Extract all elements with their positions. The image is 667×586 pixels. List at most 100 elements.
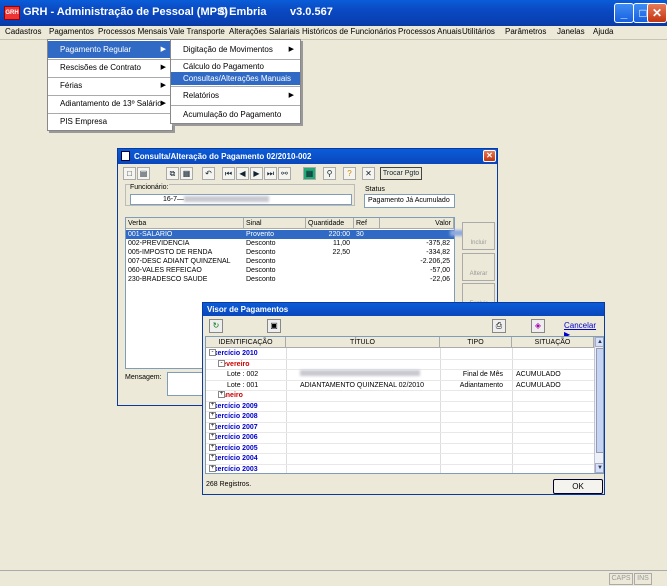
search-icon[interactable]: ⚲ <box>323 167 336 180</box>
table-row[interactable]: 230-BRADESCO SAUDE Desconto -22,06 <box>126 275 454 284</box>
grh-icon: GRH <box>4 6 20 20</box>
export-icon[interactable]: ◈ <box>531 319 545 333</box>
collapse-icon[interactable]: - <box>209 349 216 356</box>
tree-row[interactable]: - Fevereiro <box>206 359 596 370</box>
collapse-icon[interactable]: - <box>218 359 225 367</box>
menu-item-pis-empresa[interactable]: PIS Empresa <box>48 113 172 130</box>
expand-icon[interactable]: + <box>209 412 216 419</box>
paste-icon[interactable]: ▦ <box>180 167 193 180</box>
table-row[interactable]: 005-IMPOSTO DE RENDA Desconto 22,50 -334,82 <box>126 248 454 257</box>
menu-utilitarios[interactable]: Utilitários <box>462 27 495 36</box>
folder-icon[interactable]: ▣ <box>267 319 281 333</box>
table-row[interactable]: 001-SALARIO Provento 220:00 30 <box>126 230 480 239</box>
trocar-pgto-button[interactable]: Trocar Pgto <box>380 167 422 180</box>
col-valor[interactable]: Valor <box>380 218 454 229</box>
menu-historicos[interactable]: Históricos de Funcionários <box>302 27 396 36</box>
cell-qtd: 220:00 <box>328 231 350 238</box>
menu-item-ferias[interactable]: Férias ▶ <box>48 77 172 94</box>
tree-row[interactable]: + Exercício 2006 <box>206 433 596 444</box>
help-icon[interactable]: ? <box>343 167 356 180</box>
col-quantidade[interactable]: Quantidade <box>306 218 354 229</box>
menu-item-consultas[interactable]: Consultas/Alterações Manuais <box>171 72 300 85</box>
cell-valor: -2.206,25 <box>420 258 450 265</box>
scroll-up-icon[interactable]: ▲ <box>595 337 603 347</box>
tree-row[interactable]: + Exercício 2005 <box>206 443 596 454</box>
menu-alteracoes-salariais[interactable]: Alterações Salariais <box>229 27 300 36</box>
incluir-button[interactable]: Incluir <box>462 222 495 250</box>
col-titulo[interactable]: TÍTULO <box>286 337 440 348</box>
vertical-scrollbar[interactable]: ▲ ▼ <box>594 337 603 473</box>
tree-row[interactable]: + Exercício 2008 <box>206 412 596 423</box>
tree-node: + Exercício 2003 <box>209 464 258 473</box>
col-verba[interactable]: Verba <box>126 218 244 229</box>
arrow-right-icon: ▶ <box>160 46 166 53</box>
tree-row[interactable]: + Exercício 2007 <box>206 422 596 433</box>
cell-sinal: Desconto <box>246 240 276 247</box>
expand-icon[interactable]: + <box>218 391 225 398</box>
expand-icon[interactable]: + <box>209 454 216 461</box>
printer-icon[interactable]: ⎙ <box>492 319 506 333</box>
minimize-button[interactable]: _ <box>614 3 634 23</box>
mensagem-field[interactable] <box>167 372 207 396</box>
binoculars-icon[interactable]: ⚯ <box>278 167 291 180</box>
first-record-icon[interactable]: ⏮ <box>222 167 235 180</box>
col-tipo[interactable]: TIPO <box>440 337 512 348</box>
table-row[interactable]: 002-PREVIDENCIA Desconto 11,00 -375,82 <box>126 239 454 248</box>
menu-item-adiantamento-13[interactable]: Adiantamento de 13º Salário ▶ <box>48 95 172 112</box>
tree-row[interactable]: + Janeiro <box>206 391 596 402</box>
col-situacao[interactable]: SITUAÇÃO <box>512 337 594 348</box>
col-ref[interactable]: Ref <box>354 218 380 229</box>
copy-icon[interactable]: ⧉ <box>166 167 179 180</box>
menu-parametros[interactable]: Parâmetros <box>505 27 546 36</box>
table-row[interactable]: 060-VALES REFEICAO Desconto -57,00 <box>126 266 454 275</box>
save-icon[interactable]: ▤ <box>137 167 150 180</box>
expand-icon[interactable]: + <box>209 401 216 409</box>
new-icon[interactable]: □ <box>123 167 136 180</box>
menu-item-acumulacao[interactable]: Acumulação do Pagamento <box>171 106 300 123</box>
menu-processos-mensais[interactable]: Processos Mensais <box>98 27 167 36</box>
expand-icon[interactable]: + <box>209 443 216 451</box>
table-row[interactable]: 007-DESC ADIANT QUINZENAL Desconto -2.206,… <box>126 257 454 266</box>
expand-icon[interactable]: + <box>209 433 216 440</box>
col-identificacao[interactable]: IDENTIFICAÇÃO <box>206 337 286 348</box>
menu-janelas[interactable]: Janelas <box>557 27 585 36</box>
menu-item-rescisoes[interactable]: Rescisões de Contrato ▶ <box>48 59 172 76</box>
tree-row[interactable]: - Exercício 2010 <box>206 349 596 360</box>
undo-icon[interactable]: ↶ <box>202 167 215 180</box>
tree-row[interactable]: + Exercício 2009 <box>206 401 596 412</box>
next-record-icon[interactable]: ▶ <box>250 167 263 180</box>
tree-row[interactable]: Lote : 002 Final de Mês ACUMULADO <box>206 370 596 381</box>
menu-item-relatorios[interactable]: Relatórios ▶ <box>171 87 300 104</box>
tree-row[interactable]: Lote : 001 ADIANTAMENTO QUINZENAL 02/2010… <box>206 381 596 391</box>
expand-icon[interactable]: + <box>209 464 216 472</box>
menu-processos-anuais[interactable]: Processos Anuais <box>398 27 462 36</box>
close-icon[interactable]: ✕ <box>483 150 496 162</box>
col-sinal[interactable]: Sinal <box>244 218 306 229</box>
scroll-thumb[interactable] <box>596 348 603 453</box>
calculator-icon[interactable]: ▦ <box>303 167 316 180</box>
menu-bar: Cadastros Pagamentos Processos Mensais V… <box>0 26 667 40</box>
menu-cadastros[interactable]: Cadastros <box>5 27 41 36</box>
prev-record-icon[interactable]: ◀ <box>236 167 249 180</box>
funcionario-field[interactable]: 16-7— <box>130 194 352 205</box>
menu-pagamentos[interactable]: Pagamentos <box>49 27 94 36</box>
tree-node: Lote : 001 <box>227 381 259 389</box>
menu-item-digitacao[interactable]: Digitação de Movimentos ▶ <box>171 41 300 58</box>
visor-title-bar: Visor de Pagamentos <box>203 303 604 316</box>
tree-row[interactable]: + Exercício 2003 <box>206 464 596 474</box>
ok-button[interactable]: OK <box>553 479 603 494</box>
menu-vale-transporte[interactable]: Vale Transporte <box>169 27 225 36</box>
cell-sinal: Provento <box>246 231 275 238</box>
last-record-icon[interactable]: ⏭ <box>264 167 277 180</box>
close-button[interactable]: ✕ <box>647 3 667 23</box>
alterar-button[interactable]: Alterar <box>462 253 495 281</box>
expand-icon[interactable]: + <box>209 422 216 430</box>
cell-sinal: Desconto <box>246 276 276 283</box>
menu-ajuda[interactable]: Ajuda <box>593 27 613 36</box>
refresh-icon[interactable]: ↻ <box>209 319 223 333</box>
tree-row[interactable]: + Exercício 2004 <box>206 454 596 465</box>
delete-icon[interactable]: ✕ <box>362 167 375 180</box>
menu-item-pagamento-regular[interactable]: Pagamento Regular ▶ <box>48 41 172 58</box>
cell-verba: 007-DESC ADIANT QUINZENAL <box>128 258 231 265</box>
scroll-down-icon[interactable]: ▼ <box>595 463 603 473</box>
